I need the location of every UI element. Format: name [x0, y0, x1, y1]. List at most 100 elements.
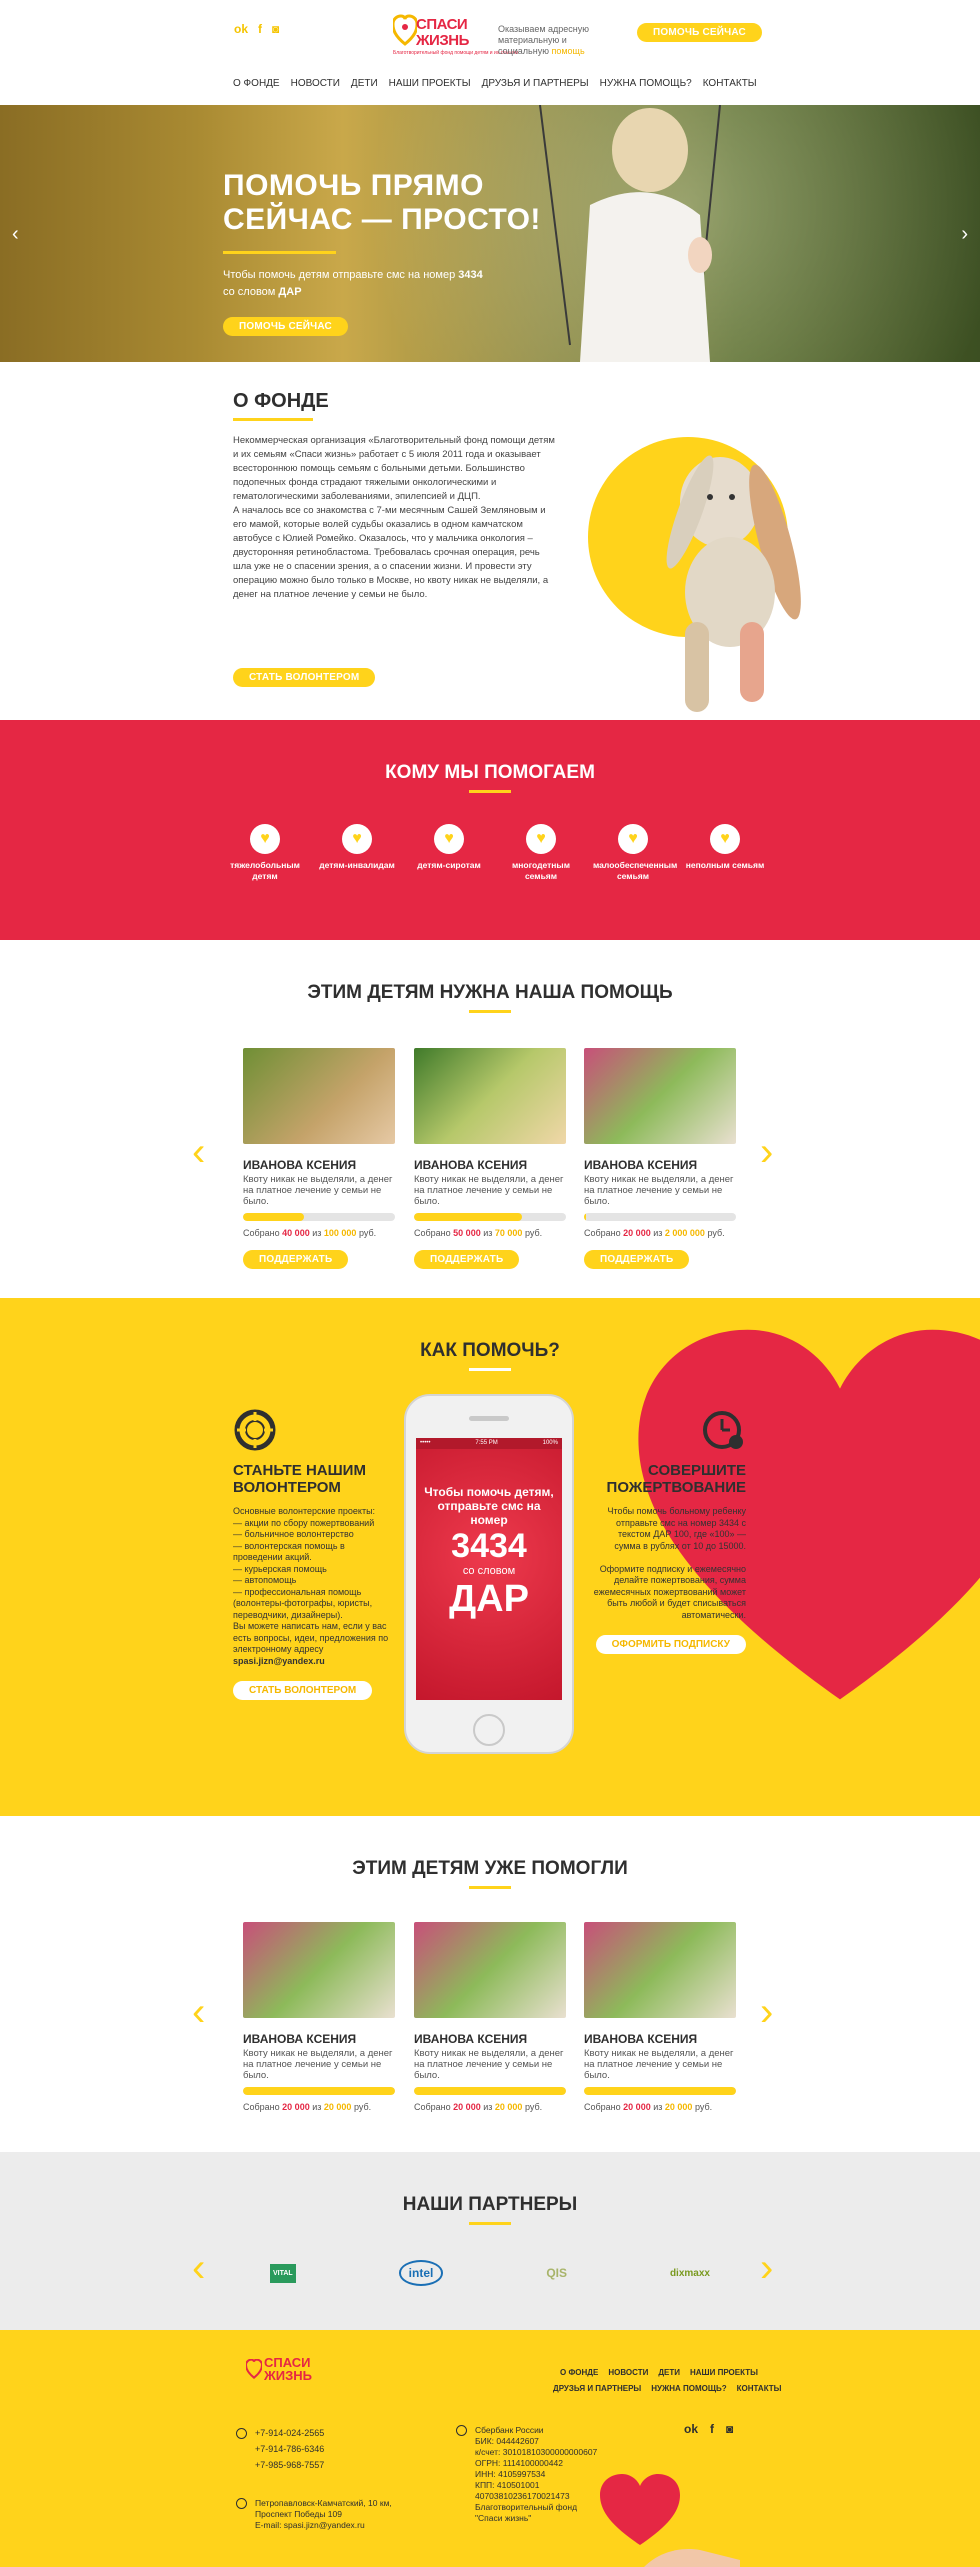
become-volunteer-button[interactable]: Стать волонтером	[233, 1681, 373, 1700]
nav-partners[interactable]: Друзья и партнеры	[482, 78, 589, 89]
nav-projects[interactable]: Наши проекты	[389, 78, 471, 89]
hero-prev-arrow[interactable]: ‹	[12, 223, 19, 246]
progress-bar-fill	[584, 2087, 736, 2095]
donation-title: Совершите пожертвование	[606, 1462, 746, 1496]
volunteer-title: Станьте нашим волонтером	[233, 1462, 366, 1496]
hero-text-pre: Чтобы помочь детям отправьте смс на номе…	[223, 269, 459, 281]
volunteer-email[interactable]: spasi.jizn@yandex.ru	[233, 1656, 325, 1666]
phone-number: +7-914-024-2565	[255, 2428, 325, 2438]
hero-next-arrow[interactable]: ›	[961, 223, 968, 246]
phone-screen: ••••• 7:55 PM 100% Чтобы помочь детям, отп…	[416, 1438, 562, 1700]
phone-status-bar: ••••• 7:55 PM 100%	[416, 1438, 562, 1449]
nav-news[interactable]: Новости	[291, 78, 340, 89]
footer-nav-partners[interactable]: Друзья и партнеры	[553, 2384, 641, 2393]
nav-need-help[interactable]: Нужна помощь?	[600, 78, 692, 89]
partners-prev-arrow[interactable]: ‹	[192, 2246, 205, 2291]
subscribe-button[interactable]: Оформить подписку	[595, 1635, 746, 1654]
support-button[interactable]: Поддержать	[243, 1250, 349, 1269]
donation-block: Совершите пожертвование Чтобы помочь бол…	[590, 1408, 746, 1654]
footer-nav-contacts[interactable]: Контакты	[737, 2384, 782, 2393]
partner-logo[interactable]: dixmaxx	[670, 2268, 710, 2279]
volunteer-text: Основные волонтерские проекты: — акции п…	[233, 1506, 393, 1667]
support-button[interactable]: Поддержать	[584, 1250, 690, 1269]
facebook-icon[interactable]: f	[258, 22, 262, 36]
goal-value: 2 000 000	[664, 1228, 705, 1238]
goal-value: 70 000	[494, 1228, 523, 1238]
phone-text-1: Чтобы помочь детям, отправьте смс на ном…	[424, 1485, 554, 1527]
progress-bar-fill	[584, 1213, 586, 1221]
phone-sms-word: ДАР	[449, 1578, 529, 1620]
helped-prev-arrow[interactable]: ‹	[192, 1990, 205, 2035]
hero-title: Помочь прямо сейчас — просто!	[223, 169, 541, 236]
partner-logo[interactable]: VITAL	[270, 2263, 296, 2283]
footer-nav: О фонде Новости Дети Наши проекты	[560, 2368, 758, 2377]
footer-nav-projects[interactable]: Наши проекты	[690, 2368, 758, 2377]
hero-help-button[interactable]: Помочь сейчас	[223, 317, 348, 336]
currency: руб.	[353, 2102, 372, 2112]
collected-label: Собрано	[414, 2102, 451, 2112]
helped-next-arrow[interactable]: ›	[760, 1990, 773, 2035]
bunny-toy-image	[666, 455, 801, 712]
instagram-icon[interactable]: ◙	[272, 22, 279, 36]
whom-label: малообеспеченным семьям	[593, 860, 678, 881]
partner-logos: VITAL intel QIS dixmaxx	[270, 2260, 710, 2286]
how-title: Как помочь?	[420, 1340, 560, 1361]
footer-nav-2: Друзья и партнеры Нужна помощь? Контакты	[553, 2384, 782, 2393]
location-icon	[236, 2498, 247, 2509]
collected-label: Собрано	[584, 2102, 621, 2112]
footer-bank-details: Сбербанк России БИК: 044442607 к/счет: 3…	[456, 2425, 597, 2524]
collected-value: 20 000	[453, 2102, 481, 2112]
collected-label: Собрано	[243, 2102, 280, 2112]
kids-prev-arrow[interactable]: ‹	[192, 1130, 205, 1175]
whom-item: ♥ детям-сиротам	[409, 824, 489, 882]
currency: руб.	[707, 1228, 725, 1238]
footer-nav-news[interactable]: Новости	[608, 2368, 648, 2377]
collected-label: Собрано	[584, 1228, 621, 1238]
goal-value: 20 000	[323, 2102, 352, 2112]
child-description: Квоту никак не выделяли, а денег на плат…	[414, 1174, 564, 1207]
collected-value: 40 000	[282, 1228, 310, 1238]
collected-amount: Собрано 40 000 из 100 000 руб.	[243, 1228, 395, 1238]
support-button[interactable]: Поддержать	[414, 1250, 520, 1269]
footer-address: Петропавловск-Камчатский, 10 км, Проспек…	[236, 2498, 392, 2531]
nav-children[interactable]: Дети	[351, 78, 378, 89]
ok-icon[interactable]: ok	[684, 2422, 698, 2436]
footer-phone[interactable]: +7-914-024-2565	[236, 2425, 324, 2441]
hand-with-heart-image	[600, 2474, 740, 2567]
footer-phone[interactable]: +7-914-786-6346	[236, 2441, 324, 2457]
nav-about[interactable]: О фонде	[233, 78, 280, 89]
goal-value: 20 000	[664, 2102, 693, 2112]
tagline-accent: помощь	[551, 46, 585, 56]
nav-contacts[interactable]: Контакты	[703, 78, 757, 89]
logo[interactable]: СПАСИ ЖИЗНЬ Благотворительный фонд помощ…	[393, 12, 518, 58]
tagline: Оказываем адресную материальную и социал…	[498, 24, 598, 57]
partner-logo[interactable]: QIS	[546, 2266, 567, 2280]
kids-next-arrow[interactable]: ›	[760, 1130, 773, 1175]
footer-nav-children[interactable]: Дети	[658, 2368, 680, 2377]
child-card: Иванова Ксения Квоту никак не выделяли, …	[243, 1922, 395, 2112]
logo-line2: ЖИЗНЬ	[416, 32, 469, 49]
footer-nav-about[interactable]: О фонде	[560, 2368, 598, 2377]
footer-nav-need-help[interactable]: Нужна помощь?	[651, 2384, 726, 2393]
instagram-icon[interactable]: ◙	[726, 2422, 733, 2436]
whom-we-help-section: Кому мы помогаем ♥ тяжелобольным детям ♥ д…	[0, 720, 980, 940]
partner-logo[interactable]: intel	[398, 2260, 444, 2286]
footer-phone[interactable]: +7-985-968-7557	[236, 2457, 324, 2473]
partners-next-arrow[interactable]: ›	[760, 2246, 773, 2291]
progress-bar-fill	[414, 2087, 566, 2095]
phone-time: 7:55 PM	[475, 1440, 498, 1446]
help-now-button[interactable]: Помочь сейчас	[637, 23, 762, 42]
child-photo	[414, 1922, 566, 2018]
already-helped-section: Этим детям уже помогли ‹ › Иванова Ксени…	[0, 1816, 980, 2152]
how-divider	[469, 1368, 511, 1371]
phone-speaker	[469, 1416, 509, 1421]
collected-label: Собрано	[243, 1228, 280, 1238]
hero-divider	[223, 251, 336, 254]
footer-logo[interactable]: СПАСИ ЖИЗНЬ	[246, 2356, 312, 2382]
facebook-icon[interactable]: f	[710, 2422, 714, 2436]
ok-icon[interactable]: ok	[234, 22, 248, 36]
heart-icon: ♥	[250, 824, 280, 854]
footer-phones: +7-914-024-2565 +7-914-786-6346 +7-985-9…	[236, 2425, 324, 2473]
become-volunteer-button[interactable]: Стать волонтером	[233, 668, 376, 687]
about-text: Некоммерческая организация «Благотворите…	[233, 435, 555, 600]
